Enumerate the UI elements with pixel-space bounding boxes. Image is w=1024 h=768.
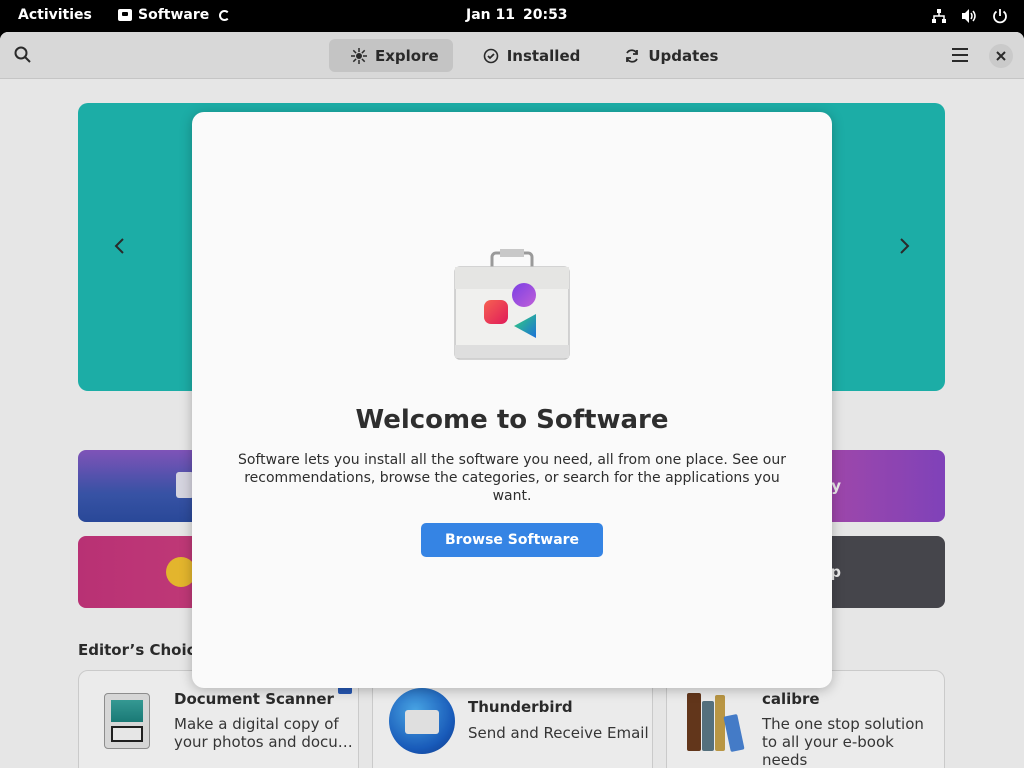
network-icon xyxy=(931,8,947,24)
volume-icon xyxy=(961,8,978,24)
clock-time: 20:53 xyxy=(522,7,568,23)
clock[interactable]: Jan 11 20:53 xyxy=(466,7,568,23)
app-menu-label: Software xyxy=(138,7,210,23)
software-store-bag-icon xyxy=(454,249,570,360)
app-menu[interactable]: Software xyxy=(118,7,231,23)
loading-spinner-icon xyxy=(219,9,231,21)
welcome-dialog: Welcome to Software Software lets you in… xyxy=(192,112,832,688)
dialog-description: Software lets you install all the softwa… xyxy=(238,452,786,504)
browse-software-button[interactable]: Browse Software xyxy=(421,523,603,557)
power-icon xyxy=(992,8,1008,24)
system-status-area[interactable] xyxy=(931,8,1008,24)
clock-date: Jan 11 xyxy=(466,7,515,23)
dialog-title: Welcome to Software xyxy=(355,405,669,435)
software-app-icon xyxy=(118,9,132,21)
activities-button[interactable]: Activities xyxy=(18,7,92,23)
top-bar: Activities Software Jan 11 20:53 xyxy=(0,0,1024,32)
